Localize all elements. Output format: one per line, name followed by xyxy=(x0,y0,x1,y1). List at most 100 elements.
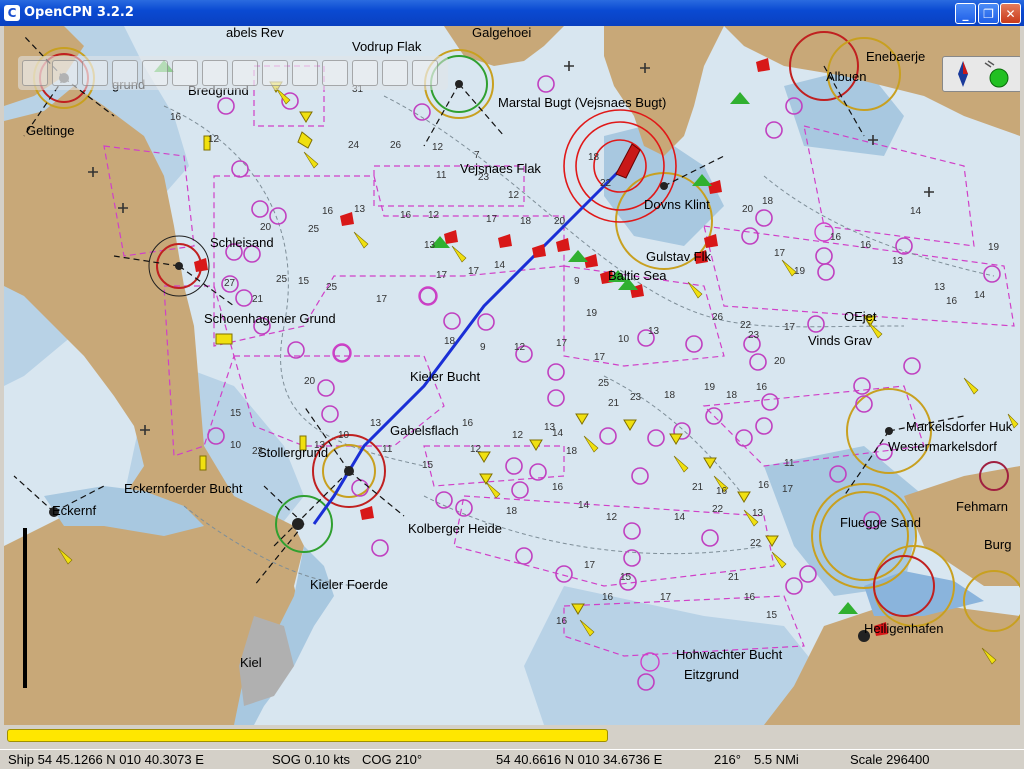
depth-sounding: 12 xyxy=(432,142,444,153)
depth-sounding: 20 xyxy=(304,376,316,387)
place-label: Kolberger Heide xyxy=(408,521,502,536)
depth-sounding: 19 xyxy=(704,382,716,393)
chart-icon[interactable] xyxy=(112,60,138,86)
place-label: Markelsdorfer Huk xyxy=(906,419,1013,434)
place-label: Galgehoei xyxy=(472,26,532,40)
zoom-in-icon[interactable] xyxy=(22,60,48,86)
depth-sounding: 16 xyxy=(322,206,334,217)
minimize-button[interactable]: _ xyxy=(955,3,976,24)
depth-sounding: 18 xyxy=(726,390,738,401)
tide-icon[interactable] xyxy=(232,60,258,86)
depth-sounding: 19 xyxy=(988,242,1000,253)
window-title: OpenCPN 3.2.2 xyxy=(24,5,134,20)
depth-sounding: 20 xyxy=(260,222,272,233)
depth-sounding: 23 xyxy=(748,330,760,341)
current-icon[interactable] xyxy=(262,60,288,86)
depth-sounding: 26 xyxy=(712,312,724,323)
scale-icon[interactable] xyxy=(82,60,108,86)
depth-sounding: 16 xyxy=(744,592,756,603)
progress-fill xyxy=(7,729,608,742)
depth-sounding: 25 xyxy=(598,378,610,389)
place-label: Baltic Sea xyxy=(608,268,667,283)
compass-widget[interactable] xyxy=(942,56,1020,92)
depth-sounding: 17 xyxy=(468,266,480,277)
chart-toolbar xyxy=(18,56,448,90)
depth-sounding: 12 xyxy=(606,512,618,523)
depth-sounding: 20 xyxy=(554,216,566,227)
depth-sounding: 17 xyxy=(436,270,448,281)
depth-sounding: 22 xyxy=(712,504,724,515)
close-button[interactable]: ✕ xyxy=(1000,3,1021,24)
title-bar: C OpenCPN 3.2.2 _ ❐ ✕ xyxy=(0,0,1024,26)
depth-sounding: 15 xyxy=(620,572,632,583)
maximize-button[interactable]: ❐ xyxy=(978,3,999,24)
depth-sounding: 16 xyxy=(758,480,770,491)
depth-sounding: 13 xyxy=(648,326,660,337)
depth-sounding: 16 xyxy=(552,482,564,493)
place-label: Marstal Bugt (Vejsnaes Bugt) xyxy=(498,95,667,110)
settings-icon[interactable] xyxy=(292,60,318,86)
depth-sounding: 13 xyxy=(892,256,904,267)
print-icon[interactable] xyxy=(352,60,378,86)
place-label: abels Rev xyxy=(226,26,284,40)
depth-sounding: 10 xyxy=(230,440,242,451)
depth-sounding: 15 xyxy=(422,460,434,471)
waypoint-icon[interactable] xyxy=(202,60,228,86)
depth-sounding: 16 xyxy=(860,240,872,251)
place-label: Eckernf xyxy=(52,503,97,518)
depth-sounding: 16 xyxy=(462,418,474,429)
depth-sounding: 18 xyxy=(566,446,578,457)
depth-sounding: 17 xyxy=(660,592,672,603)
help-icon[interactable] xyxy=(412,60,438,86)
depth-sounding: 13 xyxy=(314,440,326,451)
ais-icon[interactable] xyxy=(322,60,348,86)
depth-sounding: 16 xyxy=(556,616,568,627)
place-label: Heiligenhafen xyxy=(864,621,944,636)
depth-sounding: 16 xyxy=(756,382,768,393)
compass-graphics xyxy=(958,60,1009,88)
depth-sounding: 16 xyxy=(602,592,614,603)
depth-sounding: 9 xyxy=(574,276,580,287)
chart-canvas[interactable]: Geltinge Bredgrund grund Galgehoei abels… xyxy=(4,26,1020,725)
track-icon[interactable] xyxy=(172,60,198,86)
depth-sounding: 16 xyxy=(170,112,182,123)
place-label: Fehmarn xyxy=(956,499,1009,514)
depth-sounding: 22 xyxy=(600,178,612,189)
ship-position: Ship 54 45.1266 N 010 40.3073 E xyxy=(8,752,204,767)
depth-sounding: 13 xyxy=(934,282,946,293)
depth-sounding: 13 xyxy=(354,204,366,215)
place-label: Burg xyxy=(984,537,1012,552)
depth-sounding: 14 xyxy=(974,290,986,301)
depth-sounding: 11 xyxy=(382,444,393,455)
depth-sounding: 19 xyxy=(794,266,806,277)
chart-load-progress xyxy=(4,726,1020,746)
depth-sounding: 17 xyxy=(782,484,794,495)
place-label: Kieler Foerde xyxy=(310,577,389,592)
depth-sounding: 17 xyxy=(584,560,596,571)
depth-sounding: 13 xyxy=(752,508,764,519)
place-label: Gabelsflach xyxy=(390,423,459,438)
depth-sounding: 23 xyxy=(630,392,642,403)
depth-sounding: 21 xyxy=(608,398,620,409)
place-label: Schoenhagener Grund xyxy=(204,311,336,326)
place-label: Schleisand xyxy=(210,235,274,250)
depth-sounding: 18 xyxy=(444,336,456,347)
place-label: Kiel xyxy=(240,655,262,670)
depth-sounding: 20 xyxy=(774,356,786,367)
depth-sounding: 15 xyxy=(766,610,778,621)
zoom-out-icon[interactable] xyxy=(52,60,78,86)
depth-sounding: 18 xyxy=(762,196,774,207)
info-icon[interactable] xyxy=(382,60,408,86)
place-label: Albuen xyxy=(826,69,867,84)
place-label: Kieler Bucht xyxy=(410,369,481,384)
cursor-bearing: 216° xyxy=(714,752,741,767)
depth-sounding: 12 xyxy=(508,190,520,201)
depth-sounding: 10 xyxy=(618,334,630,345)
depth-sounding: 13 xyxy=(424,240,436,251)
route-icon[interactable] xyxy=(142,60,168,86)
depth-sounding: 25 xyxy=(276,274,288,285)
chart-scale-bar xyxy=(23,528,27,688)
depth-sounding: 17 xyxy=(784,322,796,333)
depth-sounding: 11 xyxy=(784,458,795,469)
depth-sounding: 16 xyxy=(946,296,958,307)
